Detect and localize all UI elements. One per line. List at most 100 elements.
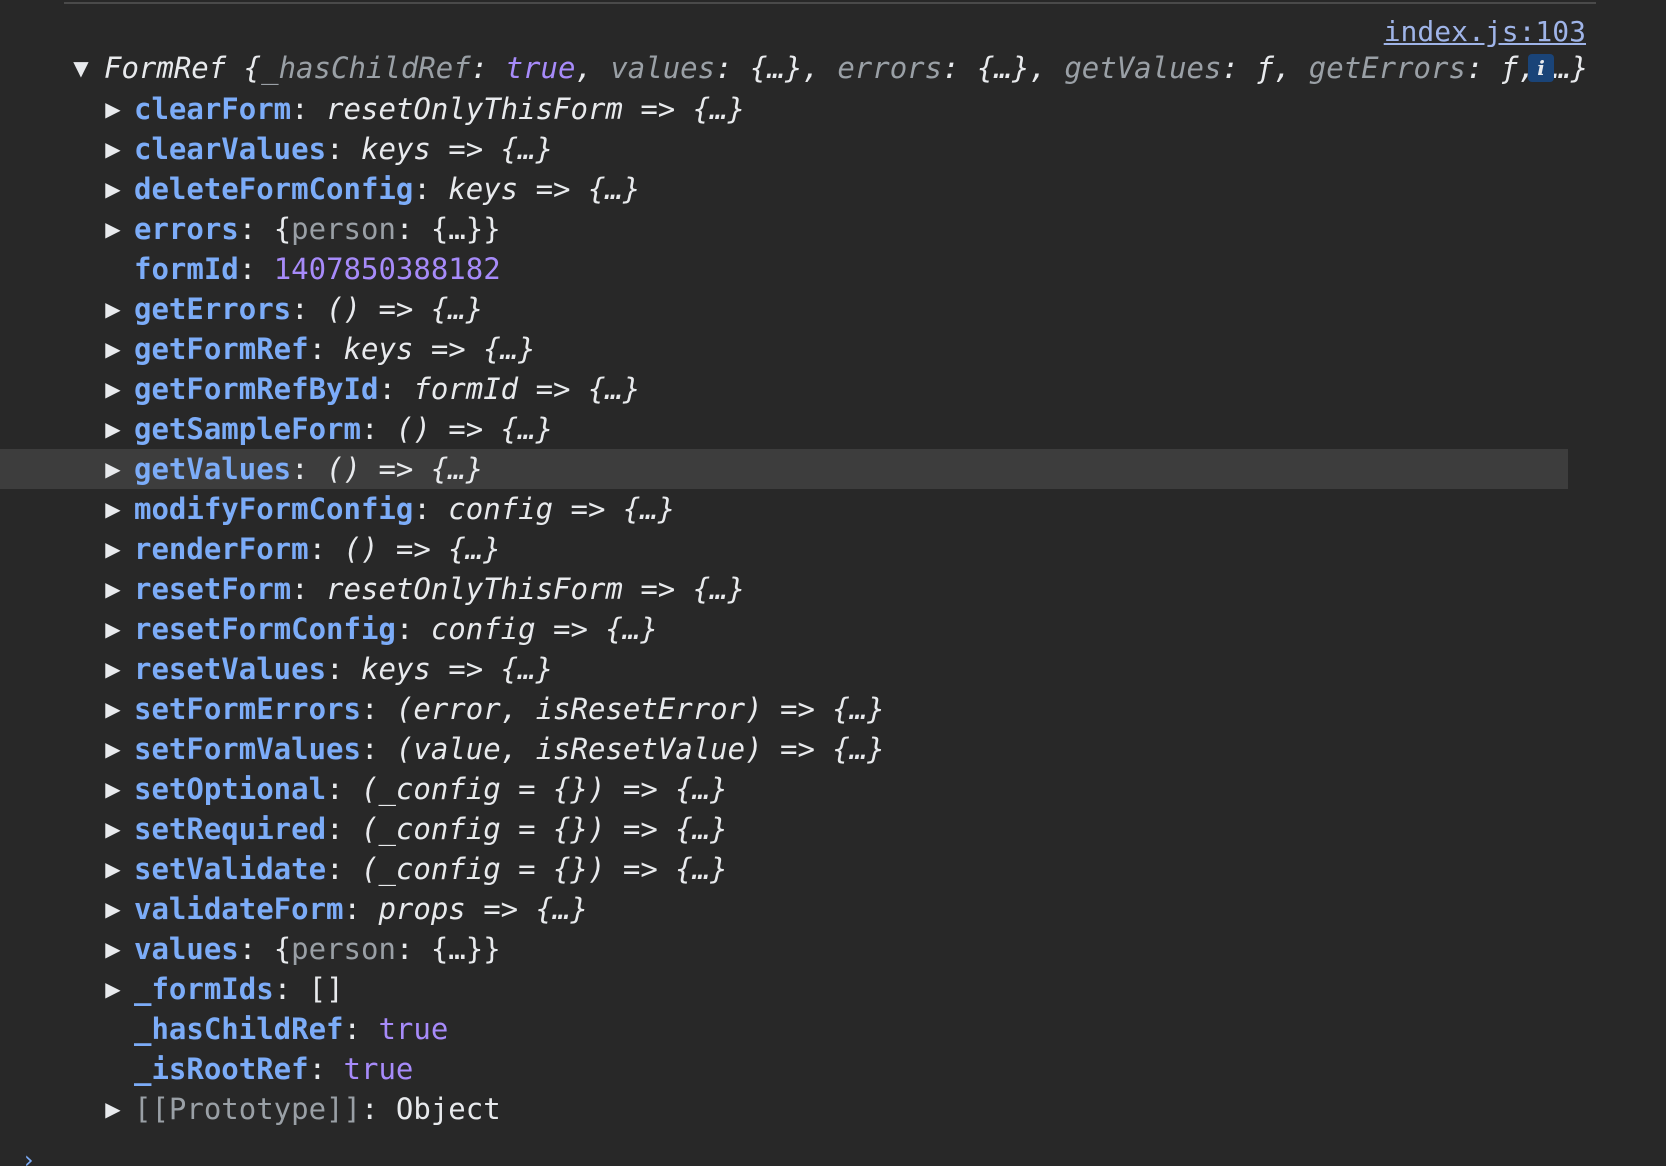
preview-comma: , <box>1273 51 1309 85</box>
property-entry: errors: {person: {…}} <box>134 209 501 249</box>
property-row--formids[interactable]: ▶ _formIds: [] <box>0 969 1568 1009</box>
property-key: _formIds <box>134 972 274 1006</box>
property-separator: : <box>326 812 361 846</box>
object-close-brace: } <box>483 212 501 246</box>
property-separator: : <box>395 612 431 646</box>
expand-arrow-icon[interactable]: ▶ <box>103 1089 123 1129</box>
property-key: _hasChildRef <box>134 1012 344 1046</box>
property-row-validateform[interactable]: ▶ validateForm: props => {…} <box>0 889 1568 929</box>
property-row--haschildref[interactable]: _hasChildRef: true <box>0 1009 1568 1049</box>
property-key: renderForm <box>134 532 309 566</box>
expand-arrow-icon[interactable]: ▶ <box>103 529 123 569</box>
property-separator: : <box>291 92 327 126</box>
property-key: clearForm <box>134 92 292 126</box>
property-row-setformerrors[interactable]: ▶ setFormErrors: (error, isResetError) =>… <box>0 689 1568 729</box>
preview-value: {…} <box>750 51 803 85</box>
nested-separator: : <box>395 932 431 966</box>
property-row-setoptional[interactable]: ▶ setOptional: (_config = {}) => {…} <box>0 769 1568 809</box>
property-entry: clearForm: resetOnlyThisForm => {…} <box>134 89 745 129</box>
property-key: errors <box>134 212 239 246</box>
property-key: resetValues <box>134 652 327 686</box>
property-row-prototype[interactable]: ▶ [[Prototype]]: Object <box>0 1089 1568 1129</box>
property-key: clearValues <box>134 132 327 166</box>
console-log-summary-row[interactable]: ▼ FormRef {_hasChildRef: true, values: {… <box>0 48 1588 88</box>
expand-arrow-icon[interactable]: ▶ <box>103 729 123 769</box>
property-entry: resetForm: resetOnlyThisForm => {…} <box>134 569 745 609</box>
number-value: 1407850388182 <box>273 252 501 286</box>
property-row-resetformconfig[interactable]: ▶ resetFormConfig: config => {…} <box>0 609 1568 649</box>
expand-arrow-icon[interactable]: ▶ <box>103 369 123 409</box>
property-separator: : <box>360 692 396 726</box>
property-key: _isRootRef <box>134 1052 309 1086</box>
property-row-getformrefbyid[interactable]: ▶ getFormRefById: formId => {…} <box>0 369 1568 409</box>
property-row-setrequired[interactable]: ▶ setRequired: (_config = {}) => {…} <box>0 809 1568 849</box>
property-row-deleteformconfig[interactable]: ▶ deleteFormConfig: keys => {…} <box>0 169 1568 209</box>
function-signature: formId => {…} <box>413 372 641 406</box>
nested-key: person <box>291 932 396 966</box>
property-row-getsampleform[interactable]: ▶ getSampleForm: () => {…} <box>0 409 1568 449</box>
function-signature: (_config = {}) => {…} <box>360 812 728 846</box>
preview-comma: , <box>1029 51 1065 85</box>
preview-value: {…} <box>977 51 1030 85</box>
source-location-link[interactable]: index.js:103 <box>1384 14 1586 50</box>
expand-arrow-icon[interactable]: ▶ <box>103 889 123 929</box>
property-row-setvalidate[interactable]: ▶ setValidate: (_config = {}) => {…} <box>0 849 1568 889</box>
property-row-values[interactable]: ▶ values: {person: {…}} <box>0 929 1568 969</box>
boolean-value: true <box>378 1012 449 1046</box>
preview-sep: : <box>942 51 978 85</box>
expand-arrow-icon[interactable]: ▶ <box>103 409 123 449</box>
expand-arrow-icon[interactable]: ▶ <box>103 849 123 889</box>
expand-arrow-icon[interactable]: ▶ <box>103 169 123 209</box>
function-signature: config => {…} <box>430 612 658 646</box>
expand-arrow-icon[interactable]: ▶ <box>103 969 123 1009</box>
expand-arrow-icon[interactable]: ▶ <box>103 129 123 169</box>
property-separator: : <box>308 1052 344 1086</box>
expand-arrow-icon[interactable]: ▶ <box>103 329 123 369</box>
expand-arrow-icon[interactable]: ▶ <box>103 649 123 689</box>
expand-arrow-icon[interactable]: ▶ <box>103 769 123 809</box>
expand-arrow-icon[interactable]: ▶ <box>103 929 123 969</box>
property-separator: : <box>326 772 361 806</box>
property-row-renderform[interactable]: ▶ renderForm: () => {…} <box>0 529 1568 569</box>
property-row-resetvalues[interactable]: ▶ resetValues: keys => {…} <box>0 649 1568 689</box>
property-entry: validateForm: props => {…} <box>134 889 588 929</box>
info-icon[interactable]: i <box>1528 54 1554 82</box>
console-top-divider <box>64 2 1596 4</box>
preview-comma: , <box>802 51 838 85</box>
property-key: getFormRef <box>134 332 309 366</box>
function-signature: props => {…} <box>378 892 588 926</box>
function-signature: resetOnlyThisForm => {…} <box>326 92 746 126</box>
property-row-geterrors[interactable]: ▶ getErrors: () => {…} <box>0 289 1568 329</box>
function-signature: (error, isResetError) => {…} <box>395 692 885 726</box>
console-prompt-icon[interactable]: › <box>24 1148 34 1166</box>
property-row-setformvalues[interactable]: ▶ setFormValues: (value, isResetValue) =>… <box>0 729 1568 769</box>
property-row-clearvalues[interactable]: ▶ clearValues: keys => {…} <box>0 129 1568 169</box>
property-separator: : <box>326 652 361 686</box>
expand-arrow-icon[interactable]: ▶ <box>103 449 123 489</box>
property-row-clearform[interactable]: ▶ clearForm: resetOnlyThisForm => {…} <box>0 89 1568 129</box>
property-key: modifyFormConfig <box>134 492 414 526</box>
expand-arrow-icon[interactable]: ▶ <box>103 289 123 329</box>
collapse-arrow-icon[interactable]: ▼ <box>71 48 91 88</box>
object-class-name: FormRef <box>104 51 227 85</box>
expand-arrow-icon[interactable]: ▶ <box>103 569 123 609</box>
property-row--isrootref[interactable]: _isRootRef: true <box>0 1049 1568 1089</box>
property-row-getformref[interactable]: ▶ getFormRef: keys => {…} <box>0 329 1568 369</box>
expand-arrow-icon[interactable]: ▶ <box>103 209 123 249</box>
function-signature: resetOnlyThisForm => {…} <box>326 572 746 606</box>
property-row-getvalues[interactable]: ▶ getValues: () => {…} <box>0 449 1568 489</box>
expand-arrow-icon[interactable]: ▶ <box>103 689 123 729</box>
expand-arrow-icon[interactable]: ▶ <box>103 609 123 649</box>
expand-arrow-icon[interactable]: ▶ <box>103 89 123 129</box>
expand-arrow-icon[interactable]: ▶ <box>103 489 123 529</box>
preview-comma: , <box>575 51 611 85</box>
property-key: formId <box>134 252 239 286</box>
property-row-formid[interactable]: formId: 1407850388182 <box>0 249 1568 289</box>
property-entry: getErrors: () => {…} <box>134 289 483 329</box>
property-row-resetform[interactable]: ▶ resetForm: resetOnlyThisForm => {…} <box>0 569 1568 609</box>
property-separator: : <box>291 452 327 486</box>
expand-arrow-icon[interactable]: ▶ <box>103 809 123 849</box>
property-separator: : <box>360 732 396 766</box>
property-row-errors[interactable]: ▶ errors: {person: {…}} <box>0 209 1568 249</box>
property-row-modifyformconfig[interactable]: ▶ modifyFormConfig: config => {…} <box>0 489 1568 529</box>
